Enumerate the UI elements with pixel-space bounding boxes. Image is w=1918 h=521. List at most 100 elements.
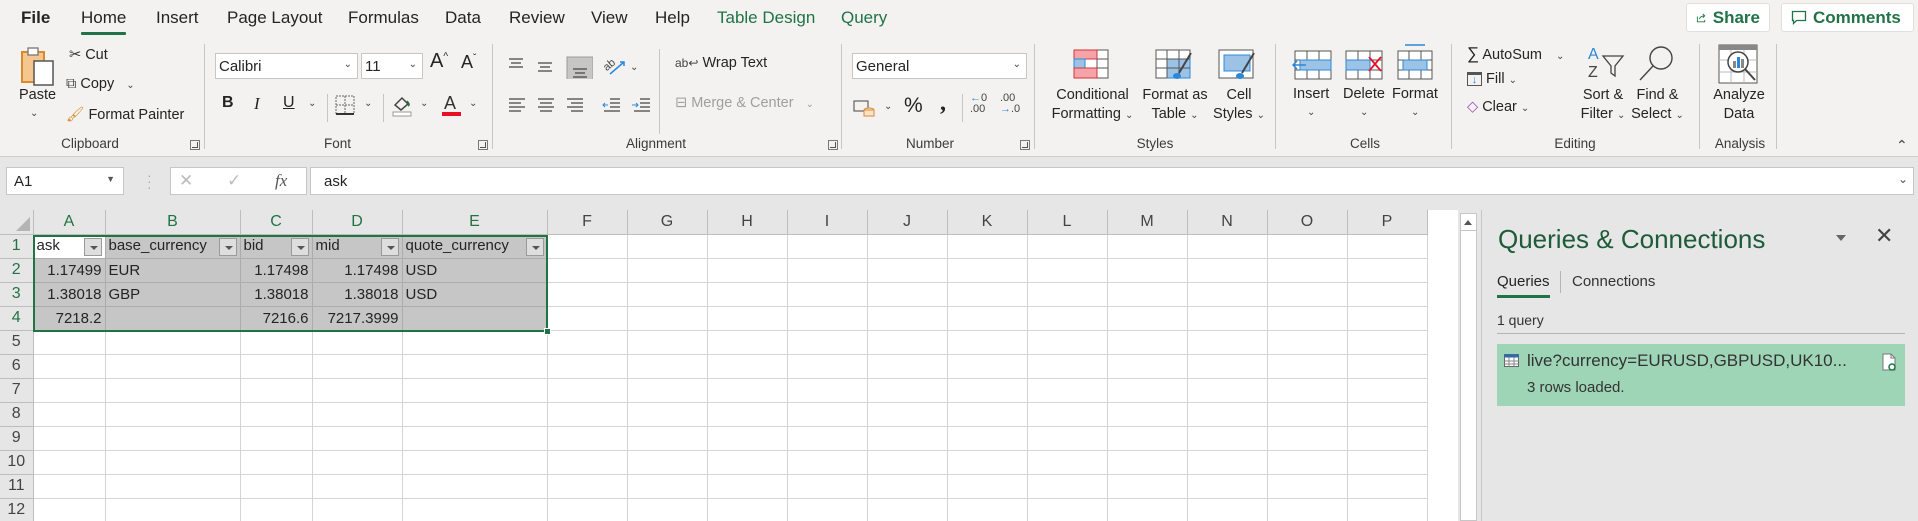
tab-queries[interactable]: Queries xyxy=(1497,273,1550,298)
cell-e11[interactable] xyxy=(402,474,548,499)
insert-cells-icon[interactable] xyxy=(1291,48,1332,80)
conditional-formatting-button[interactable]: Conditional Formatting ⌄ xyxy=(1045,86,1140,125)
cell-b6[interactable] xyxy=(105,354,241,379)
tab-file[interactable]: File xyxy=(21,8,50,28)
accounting-dropdown[interactable]: ⌄ xyxy=(884,101,892,112)
font-launcher-icon[interactable] xyxy=(478,140,488,150)
analyze-data-icon[interactable] xyxy=(1718,44,1760,84)
cell-d2[interactable]: 1.17498 xyxy=(312,258,403,283)
cell-m7[interactable] xyxy=(1107,378,1188,403)
cell-f11[interactable] xyxy=(547,474,628,499)
tab-insert[interactable]: Insert xyxy=(156,8,199,28)
cell-j10[interactable] xyxy=(867,450,948,475)
cell-f9[interactable] xyxy=(547,426,628,451)
collapse-ribbon-icon[interactable]: ⌃ xyxy=(1896,137,1908,154)
row-header-6[interactable]: 6 xyxy=(0,354,34,379)
cell-f4[interactable] xyxy=(547,306,628,331)
cell-a10[interactable] xyxy=(33,450,106,475)
font-size-select[interactable]: 11 ⌄ xyxy=(361,53,423,79)
cell-h4[interactable] xyxy=(707,306,788,331)
cell-c1[interactable]: bid xyxy=(240,234,313,259)
cell-b1[interactable]: base_currency xyxy=(105,234,241,259)
cell-h6[interactable] xyxy=(707,354,788,379)
fill-button[interactable]: ↓ Fill ⌄ xyxy=(1467,71,1517,87)
tab-connections[interactable]: Connections xyxy=(1572,273,1655,290)
insert-cells-button[interactable]: Insert xyxy=(1293,86,1329,102)
cell-e5[interactable] xyxy=(402,330,548,355)
cell-j12[interactable] xyxy=(867,498,948,521)
row-header-12[interactable]: 12 xyxy=(0,498,34,521)
cell-l10[interactable] xyxy=(1027,450,1108,475)
cell-e1[interactable]: quote_currency xyxy=(402,234,548,259)
number-format-select[interactable]: General ⌄ xyxy=(852,53,1027,79)
column-header-l[interactable]: L xyxy=(1027,210,1108,235)
cell-i10[interactable] xyxy=(787,450,868,475)
cell-b3[interactable]: GBP xyxy=(105,282,241,307)
column-header-h[interactable]: H xyxy=(707,210,788,235)
cell-b4[interactable] xyxy=(105,306,241,331)
cell-g1[interactable] xyxy=(627,234,708,259)
cell-n3[interactable] xyxy=(1187,282,1268,307)
cell-g6[interactable] xyxy=(627,354,708,379)
cell-p8[interactable] xyxy=(1347,402,1428,427)
cell-h1[interactable] xyxy=(707,234,788,259)
cell-b9[interactable] xyxy=(105,426,241,451)
cell-l8[interactable] xyxy=(1027,402,1108,427)
worksheet-grid[interactable]: ABCDEFGHIJKLMNOP 1 ask base_currency bid mid… xyxy=(0,210,1458,521)
filter-dropdown-icon[interactable] xyxy=(83,237,102,256)
vertical-scrollbar[interactable] xyxy=(1460,213,1477,521)
formula-bar-grip[interactable]: · · · xyxy=(147,168,152,194)
cell-m10[interactable] xyxy=(1107,450,1188,475)
tab-data[interactable]: Data xyxy=(445,8,481,28)
select-all-corner[interactable] xyxy=(0,210,34,235)
row-header-8[interactable]: 8 xyxy=(0,402,34,427)
cell-k8[interactable] xyxy=(947,402,1028,427)
cell-d7[interactable] xyxy=(312,378,403,403)
cell-g5[interactable] xyxy=(627,330,708,355)
cell-m12[interactable] xyxy=(1107,498,1188,521)
cell-e2[interactable]: USD xyxy=(402,258,548,283)
cell-o6[interactable] xyxy=(1267,354,1348,379)
cell-i2[interactable] xyxy=(787,258,868,283)
cell-c4[interactable]: 7216.6 xyxy=(240,306,313,331)
cell-e6[interactable] xyxy=(402,354,548,379)
cell-b11[interactable] xyxy=(105,474,241,499)
cell-o7[interactable] xyxy=(1267,378,1348,403)
cell-n4[interactable] xyxy=(1187,306,1268,331)
column-header-e[interactable]: E xyxy=(402,210,548,235)
cut-button[interactable]: ✂ Cut xyxy=(69,47,108,63)
share-button[interactable]: Share xyxy=(1686,3,1770,32)
cell-m1[interactable] xyxy=(1107,234,1188,259)
cell-d3[interactable]: 1.38018 xyxy=(312,282,403,307)
format-as-table-button[interactable]: Format as Table ⌄ xyxy=(1135,86,1215,125)
orientation-icon[interactable]: ab ⌄ xyxy=(601,54,640,78)
percent-style-button[interactable]: % xyxy=(904,94,923,118)
cell-h10[interactable] xyxy=(707,450,788,475)
borders-icon[interactable] xyxy=(335,95,355,115)
cell-d10[interactable] xyxy=(312,450,403,475)
cell-j1[interactable] xyxy=(867,234,948,259)
column-header-n[interactable]: N xyxy=(1187,210,1268,235)
cell-c2[interactable]: 1.17498 xyxy=(240,258,313,283)
cell-d4[interactable]: 7217.3999 xyxy=(312,306,403,331)
tab-formulas[interactable]: Formulas xyxy=(348,8,419,28)
row-header-3[interactable]: 3 xyxy=(0,282,34,307)
column-header-g[interactable]: G xyxy=(627,210,708,235)
cell-c5[interactable] xyxy=(240,330,313,355)
cell-f6[interactable] xyxy=(547,354,628,379)
cell-g10[interactable] xyxy=(627,450,708,475)
conditional-formatting-icon[interactable] xyxy=(1073,49,1109,79)
cell-h7[interactable] xyxy=(707,378,788,403)
cell-o11[interactable] xyxy=(1267,474,1348,499)
cell-n8[interactable] xyxy=(1187,402,1268,427)
tab-review[interactable]: Review xyxy=(509,8,565,28)
cell-k10[interactable] xyxy=(947,450,1028,475)
cell-a11[interactable] xyxy=(33,474,106,499)
delete-dropdown[interactable]: ⌄ xyxy=(1360,107,1368,118)
cell-g12[interactable] xyxy=(627,498,708,521)
cell-c12[interactable] xyxy=(240,498,313,521)
merge-center-button[interactable]: ⊟ Merge & Center ⌄ xyxy=(675,95,814,111)
cell-e3[interactable]: USD xyxy=(402,282,548,307)
cell-m4[interactable] xyxy=(1107,306,1188,331)
cell-a12[interactable] xyxy=(33,498,106,521)
